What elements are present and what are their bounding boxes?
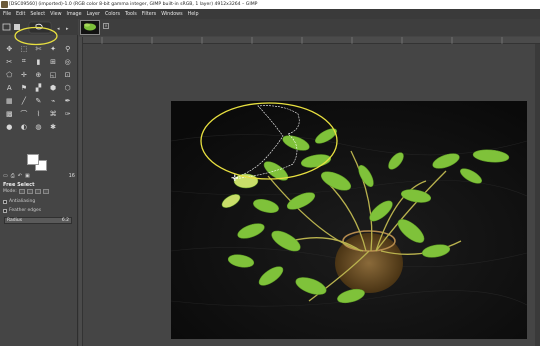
menu-colors[interactable]: Colors [105, 12, 120, 17]
menu-tools[interactable]: Tools [125, 12, 137, 17]
scissors-icon[interactable]: ✂ [2, 56, 17, 68]
unified-transform-icon[interactable]: ⬠ [2, 69, 17, 81]
mode-replace-button[interactable] [18, 189, 25, 194]
radius-slider[interactable]: Radius 6.2 [4, 217, 72, 224]
clone-icon[interactable]: ✒ [60, 95, 75, 107]
text-icon[interactable]: ⊡ [60, 69, 75, 81]
photo-plant-image[interactable]: ✛ [171, 101, 527, 339]
gradient-icon[interactable]: ⚑ [17, 82, 32, 94]
selection-mode-row: Mode: [3, 189, 49, 194]
svg-text:▸: ▸ [66, 26, 69, 32]
measure-icon[interactable]: ◎ [60, 56, 75, 68]
antialiasing-row[interactable]: Antialiasing [3, 199, 35, 204]
menu-view[interactable]: View [50, 12, 61, 17]
thumbnail-plant-icon [84, 23, 96, 31]
tool-grid: ✥ ⬚ ✄ ✦ ⚲ ✂ ⌗ ▮ ⊞ ◎ ⬠ ✛ ⊕ ◱ ⊡ A ⚑ ▞ ⬢ ⬡ [2, 42, 76, 133]
foreground-select-icon[interactable]: ▞ [31, 82, 46, 94]
ink-icon[interactable]: ⌁ [46, 95, 61, 107]
pencil-icon[interactable]: ╱ [17, 95, 32, 107]
radius-label: Radius [7, 218, 23, 223]
ruler-ticks [101, 37, 503, 44]
toolbox-dock: ◂ ▸ ✥ ⬚ ✄ ✦ ⚲ ✂ ⌗ ▮ ⊞ ◎ ⬠ ✛ ⊕ ◱ ⊡ A ⚑ ▞ … [0, 19, 78, 346]
blur-icon[interactable]: ⌇ [31, 108, 46, 120]
images-tab-icon[interactable]: ▣ [25, 173, 30, 180]
zoom-icon[interactable]: ⚲ [60, 43, 75, 55]
undo-history-tab-icon[interactable]: ↶ [18, 173, 22, 180]
heal2-icon[interactable] [60, 121, 75, 133]
radius-value: 6.2 [61, 218, 69, 223]
photo-background [171, 101, 527, 339]
feather-checkbox[interactable] [3, 208, 7, 213]
vertical-scrollbar[interactable] [535, 44, 540, 346]
feather-row[interactable]: Feather edges [3, 208, 41, 213]
flip-icon[interactable]: ◱ [46, 69, 61, 81]
mode-subtract-button[interactable] [34, 189, 41, 194]
heal-icon[interactable]: ⬡ [60, 82, 75, 94]
foreground-color-swatch[interactable] [27, 154, 39, 165]
window-title: [DSC09560] (imported)-1.0 (RGB color 8-b… [9, 2, 258, 7]
color-picker-icon[interactable]: ✑ [60, 108, 75, 120]
gegl-icon[interactable]: ✱ [46, 121, 61, 133]
gimp-app-icon [1, 1, 8, 8]
smudge-icon[interactable]: ▩ [2, 108, 17, 120]
align-icon[interactable]: ⊞ [46, 56, 61, 68]
device-status-tab-icon[interactable]: ⎙ [11, 173, 15, 180]
mode-intersect-button[interactable] [42, 189, 49, 194]
image-tab-bar: × [79, 19, 540, 36]
menu-layer[interactable]: Layer [87, 12, 100, 17]
menu-filters[interactable]: Filters [142, 12, 156, 17]
crop-icon[interactable]: ⌗ [17, 56, 32, 68]
mypaint-icon[interactable]: ● [2, 121, 17, 133]
tab-count: 16 [68, 173, 75, 179]
glass-jar [335, 233, 403, 293]
dodge-icon[interactable]: ⌒ [17, 108, 32, 120]
tool-options-title: Free Select [3, 182, 35, 188]
airbrush-icon[interactable]: ✎ [31, 95, 46, 107]
close-tab-icon[interactable]: × [103, 23, 109, 29]
rect-select-icon[interactable]: ⬚ [17, 43, 32, 55]
fuzzy-select-icon[interactable]: ✦ [46, 43, 61, 55]
menu-help[interactable]: Help [188, 12, 199, 17]
perspective-icon[interactable]: ⬢ [46, 82, 61, 94]
cage-icon[interactable]: ⊕ [31, 69, 46, 81]
menu-bar: File Edit Select View Image Layer Colors… [0, 9, 540, 19]
warp-icon[interactable]: ✛ [17, 69, 32, 81]
menu-edit[interactable]: Edit [16, 12, 25, 17]
image-thumbnail[interactable] [80, 20, 100, 35]
window-title-bar: [DSC09560] (imported)-1.0 (RGB color 8-b… [0, 0, 540, 9]
eraser-icon[interactable]: ▮ [31, 56, 46, 68]
options-tab-strip: ▭ ⎙ ↶ ▣ 16 [3, 173, 75, 180]
antialiasing-label: Antialiasing [9, 199, 36, 204]
horizontal-ruler[interactable] [82, 37, 540, 44]
bucket-fill-icon[interactable]: A [2, 82, 17, 94]
handle-icon[interactable]: ◐ [17, 121, 32, 133]
paintbrush-icon[interactable]: ▦ [2, 95, 17, 107]
crosshair-cursor-icon: ✛ [231, 174, 239, 184]
blend-icon[interactable]: ◍ [31, 121, 46, 133]
free-select-icon[interactable]: ✄ [31, 43, 46, 55]
fg-bg-colors[interactable] [27, 154, 49, 172]
mode-label: Mode: [3, 189, 17, 194]
path-icon[interactable]: ⌘ [46, 108, 61, 120]
feather-label: Feather edges [9, 208, 42, 213]
menu-file[interactable]: File [3, 12, 11, 17]
menu-select[interactable]: Select [30, 12, 45, 17]
menu-windows[interactable]: Windows [161, 12, 182, 17]
antialiasing-checkbox[interactable] [3, 199, 7, 204]
mode-add-button[interactable] [26, 189, 33, 194]
tool-options-tab-icon[interactable]: ▭ [3, 173, 8, 180]
menu-image[interactable]: Image [67, 12, 82, 17]
move-icon[interactable]: ✥ [2, 43, 17, 55]
